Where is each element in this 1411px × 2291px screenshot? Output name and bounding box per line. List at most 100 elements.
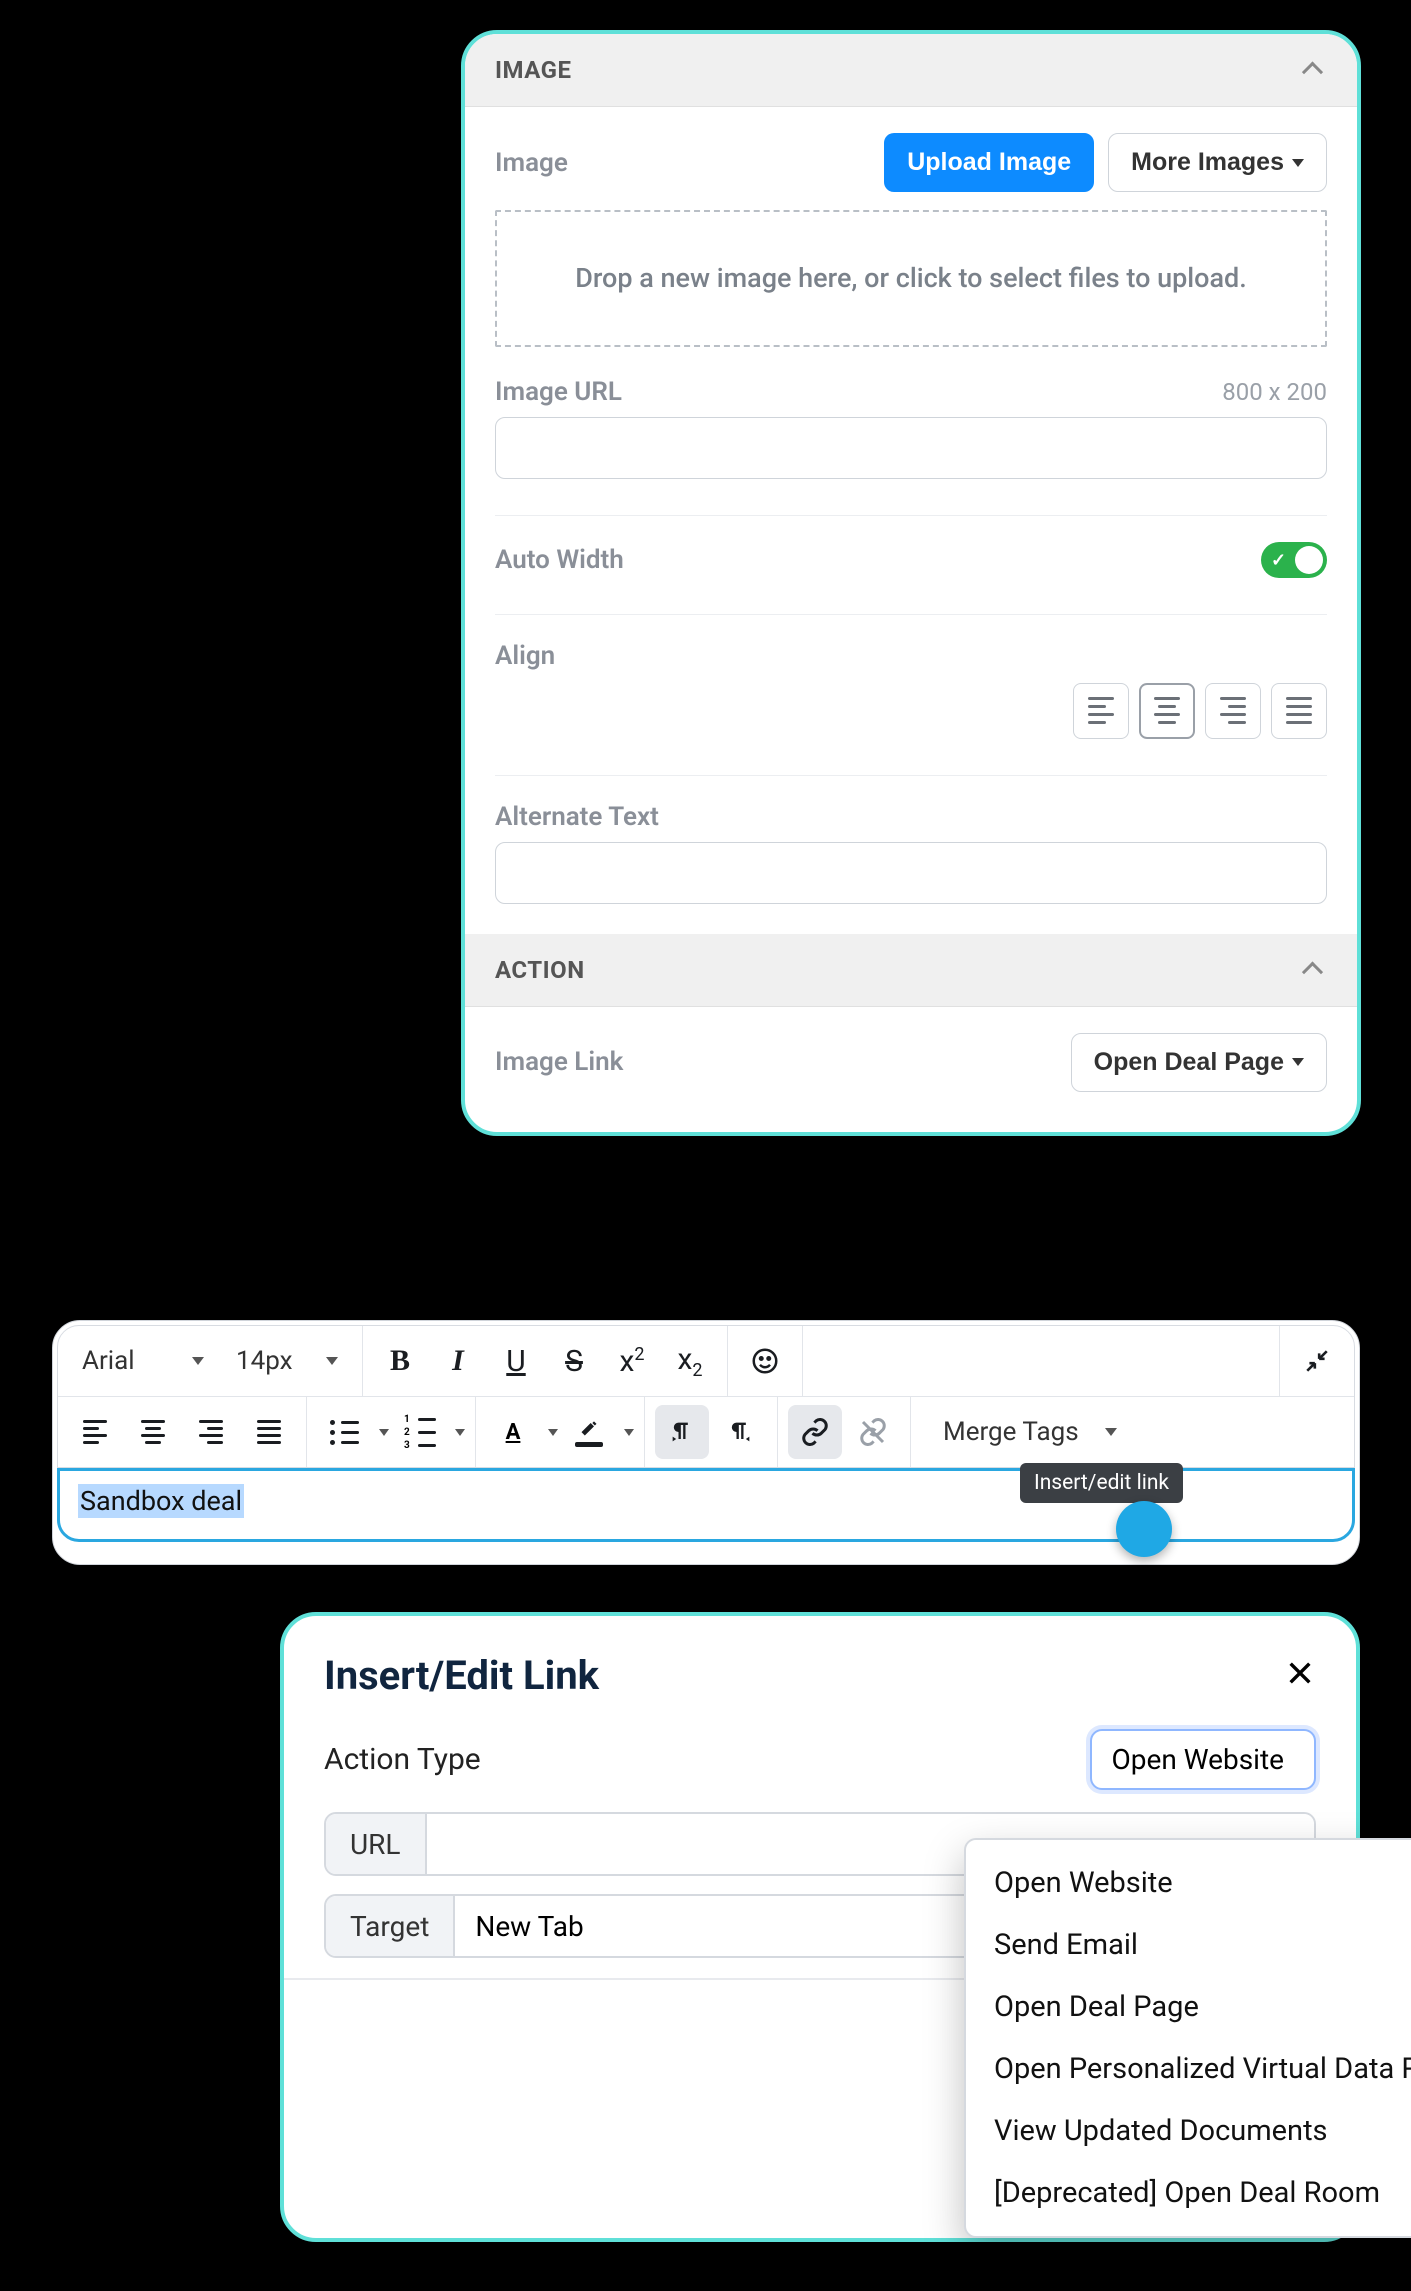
- more-images-button[interactable]: More Images: [1108, 133, 1327, 192]
- align-center-button[interactable]: [1139, 683, 1195, 739]
- image-link-dropdown[interactable]: Open Deal Page: [1071, 1033, 1327, 1092]
- align-left-icon: [1088, 697, 1114, 724]
- collapse-toolbar-button[interactable]: [1290, 1334, 1344, 1388]
- align-right-button[interactable]: [1205, 683, 1261, 739]
- rtl-button[interactable]: [713, 1405, 767, 1459]
- caret-down-icon[interactable]: [548, 1429, 558, 1436]
- paragraph-rtl-icon: [726, 1418, 754, 1446]
- text-align-left-button[interactable]: [68, 1405, 122, 1459]
- bold-button[interactable]: B: [373, 1334, 427, 1388]
- caret-down-icon: [1292, 1058, 1304, 1066]
- merge-tags-label: Merge Tags: [935, 1417, 1087, 1447]
- align-center-icon: [1154, 697, 1180, 724]
- editor-content-area[interactable]: Sandbox deal Insert/edit link: [57, 1468, 1355, 1542]
- action-type-value: Open Website: [1112, 1743, 1285, 1776]
- target-value: New Tab: [475, 1910, 583, 1943]
- chevron-up-icon: [1305, 59, 1327, 81]
- underline-icon: U: [506, 1344, 525, 1379]
- image-dropzone[interactable]: Drop a new image here, or click to selec…: [495, 210, 1327, 347]
- italic-button[interactable]: I: [431, 1334, 485, 1388]
- drag-handle[interactable]: [1116, 1501, 1172, 1557]
- text-align-center-button[interactable]: [126, 1405, 180, 1459]
- image-link-value: Open Deal Page: [1094, 1048, 1284, 1077]
- insert-edit-link-dialog: Insert/Edit Link Action Type Open Websit…: [280, 1612, 1360, 2242]
- caret-down-icon[interactable]: [379, 1429, 389, 1436]
- dialog-title: Insert/Edit Link: [324, 1652, 599, 1699]
- align-center-icon: [141, 1420, 165, 1444]
- font-family-select[interactable]: Arial: [68, 1336, 218, 1386]
- strikethrough-icon: S: [565, 1344, 583, 1379]
- divider: [495, 515, 1327, 516]
- menu-item[interactable]: [Deprecated] Open Deal Room: [966, 2162, 1411, 2224]
- text-color-icon: A: [506, 1420, 521, 1445]
- image-url-input[interactable]: [495, 417, 1327, 479]
- emoji-button[interactable]: [738, 1334, 792, 1388]
- dropzone-text: Drop a new image here, or click to selec…: [575, 262, 1247, 294]
- upload-image-button[interactable]: Upload Image: [884, 133, 1094, 192]
- menu-item-label: Send Email: [994, 1928, 1138, 1962]
- caret-down-icon: [1105, 1428, 1117, 1436]
- align-right-icon: [1220, 697, 1246, 724]
- caret-down-icon: [326, 1357, 338, 1365]
- ltr-button[interactable]: [655, 1405, 709, 1459]
- tooltip: Insert/edit link: [1020, 1463, 1183, 1503]
- highlight-icon: [575, 1418, 603, 1447]
- action-type-menu: Open Website Send Email Open Deal Page O…: [964, 1838, 1411, 2238]
- menu-item[interactable]: Open Personalized Virtual Data Room: [966, 2038, 1411, 2100]
- menu-item[interactable]: Send Email: [966, 1914, 1411, 1976]
- align-justify-icon: [1286, 697, 1312, 724]
- target-label: Target: [326, 1896, 455, 1956]
- align-justify-button[interactable]: [1271, 683, 1327, 739]
- divider: [495, 614, 1327, 615]
- text-editor-toolbar-panel: Arial 14px B I U S x2 x2: [52, 1320, 1360, 1565]
- font-size-value: 14px: [236, 1346, 293, 1376]
- underline-button[interactable]: U: [489, 1334, 543, 1388]
- image-settings-panel: IMAGE Image Upload Image More Images Dro…: [461, 30, 1361, 1136]
- chevron-up-icon: [1305, 959, 1327, 981]
- text-align-justify-button[interactable]: [242, 1405, 296, 1459]
- caret-down-icon: [192, 1357, 204, 1365]
- numbered-list-icon: 123: [404, 1415, 436, 1449]
- divider: [495, 775, 1327, 776]
- numbered-list-button[interactable]: 123: [393, 1405, 447, 1459]
- highlight-color-button[interactable]: [562, 1405, 616, 1459]
- dialog-close-button[interactable]: [1284, 1656, 1316, 1696]
- section-header-image[interactable]: IMAGE: [465, 34, 1357, 107]
- strikethrough-button[interactable]: S: [547, 1334, 601, 1388]
- text-color-button[interactable]: A: [486, 1405, 540, 1459]
- insert-link-button[interactable]: [788, 1405, 842, 1459]
- action-type-label: Action Type: [324, 1742, 481, 1777]
- menu-item[interactable]: Open Website: [966, 1852, 1411, 1914]
- caret-down-icon[interactable]: [455, 1429, 465, 1436]
- caret-down-icon[interactable]: [624, 1429, 634, 1436]
- font-size-select[interactable]: 14px: [222, 1336, 352, 1386]
- superscript-icon: x2: [619, 1344, 644, 1379]
- check-icon: ✓: [1271, 550, 1286, 571]
- menu-item-label: [Deprecated] Open Deal Room: [994, 2176, 1380, 2210]
- text-align-right-button[interactable]: [184, 1405, 238, 1459]
- remove-link-button[interactable]: [846, 1405, 900, 1459]
- bold-icon: B: [390, 1344, 410, 1378]
- menu-item[interactable]: View Updated Documents: [966, 2100, 1411, 2162]
- auto-width-toggle[interactable]: ✓: [1261, 542, 1327, 578]
- close-icon: [1284, 1657, 1316, 1689]
- subscript-button[interactable]: x2: [663, 1334, 717, 1388]
- merge-tags-dropdown[interactable]: Merge Tags: [921, 1407, 1131, 1457]
- action-type-dropdown[interactable]: Open Website: [1090, 1729, 1317, 1790]
- subscript-icon: x2: [677, 1342, 702, 1381]
- section-title: IMAGE: [495, 56, 572, 84]
- action-section-body: Image Link Open Deal Page: [465, 1007, 1357, 1132]
- alt-text-input[interactable]: [495, 842, 1327, 904]
- align-left-button[interactable]: [1073, 683, 1129, 739]
- menu-item[interactable]: Open Deal Page: [966, 1976, 1411, 2038]
- more-images-label: More Images: [1131, 148, 1284, 177]
- align-justify-icon: [257, 1420, 281, 1444]
- bullet-list-button[interactable]: [317, 1405, 371, 1459]
- align-left-icon: [83, 1420, 107, 1444]
- image-label: Image: [495, 148, 568, 178]
- section-header-action[interactable]: ACTION: [465, 934, 1357, 1007]
- superscript-button[interactable]: x2: [605, 1334, 659, 1388]
- upload-image-label: Upload Image: [907, 148, 1071, 177]
- selected-text: Sandbox deal: [78, 1484, 244, 1518]
- caret-down-icon: [1292, 159, 1304, 167]
